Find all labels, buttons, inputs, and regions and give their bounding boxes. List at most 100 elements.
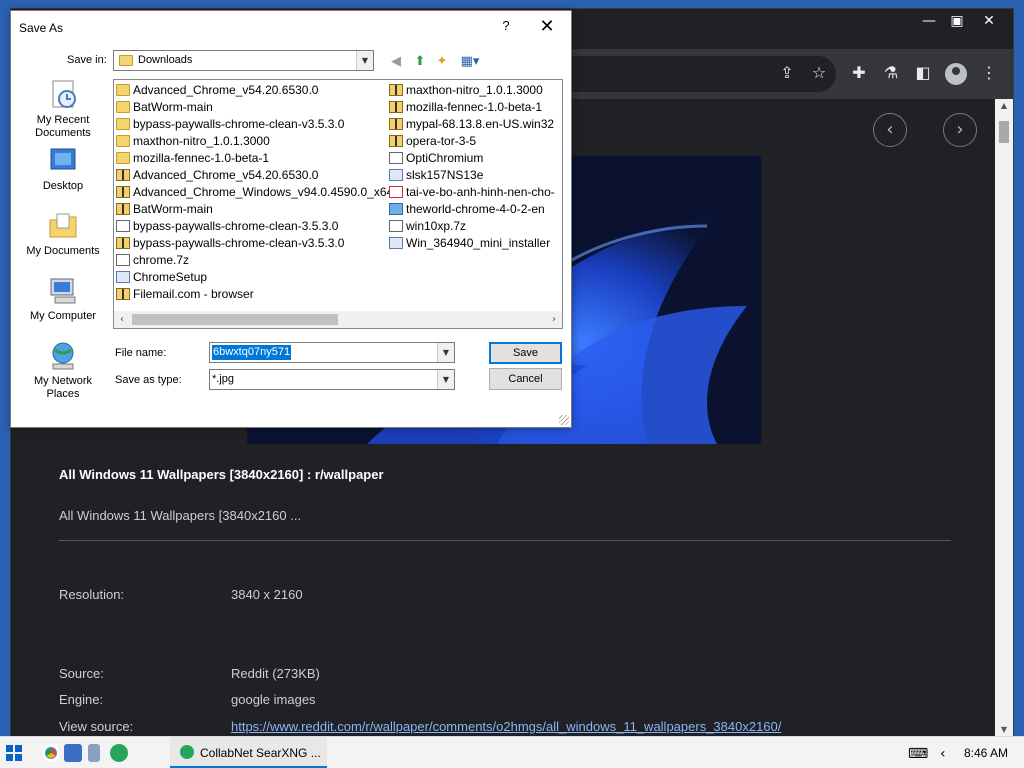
chevron-down-icon[interactable]: ▼	[437, 343, 454, 362]
archive-icon	[116, 237, 130, 249]
file-name: Advanced_Chrome_Windows_v94.0.4590.0_x64	[133, 185, 394, 199]
new-folder-icon[interactable]: ✦	[433, 53, 451, 71]
view-menu-icon[interactable]: ▦▾	[457, 53, 483, 71]
scrollbar-thumb[interactable]	[132, 314, 338, 325]
file-item[interactable]: theworld-chrome-4-0-2-en	[389, 201, 545, 218]
scrollbar-thumb[interactable]	[999, 121, 1009, 143]
file-item[interactable]: Filemail.com - browser	[116, 286, 254, 303]
place-recent-documents[interactable]: My Recent Documents	[25, 79, 101, 140]
file-item[interactable]: ChromeSetup	[116, 269, 207, 286]
chrome-icon[interactable]	[42, 744, 60, 762]
chevron-down-icon[interactable]: ▼	[356, 51, 373, 70]
place-my-computer[interactable]: My Computer	[25, 275, 101, 323]
lab-flask-icon[interactable]: ⚗	[881, 63, 901, 83]
file-name: slsk157NS13e	[406, 168, 484, 182]
file-item[interactable]: bypass-paywalls-chrome-clean-3.5.3.0	[116, 218, 338, 235]
cancel-button[interactable]: Cancel	[489, 368, 562, 390]
executable-icon	[116, 271, 130, 283]
chevron-down-icon[interactable]: ▼	[437, 370, 454, 389]
scroll-right-icon[interactable]: ›	[546, 311, 562, 328]
view-source-label: View source:	[59, 719, 134, 734]
resize-grip[interactable]	[559, 415, 569, 425]
save-as-type-dropdown[interactable]: *.jpg ▼	[209, 369, 455, 390]
file-item[interactable]: mozilla-fennec-1.0-beta-1	[116, 150, 269, 167]
file-item[interactable]: Advanced_Chrome_v54.20.6530.0	[116, 167, 318, 184]
close-icon[interactable]: ✕	[973, 11, 1005, 31]
file-item[interactable]: maxthon-nitro_1.0.1.3000	[116, 133, 270, 150]
help-icon[interactable]: ?	[497, 17, 515, 35]
profile-avatar[interactable]	[945, 63, 967, 85]
folder-icon	[116, 118, 130, 130]
file-list-scrollbar[interactable]: ‹ ›	[114, 311, 562, 328]
file-name-value[interactable]: 6bwxtq07ny571	[212, 345, 292, 360]
up-folder-icon[interactable]: ⬆	[411, 53, 429, 71]
menu-dots-icon[interactable]: ⋮	[979, 63, 999, 83]
file-item[interactable]: BatWorm-main	[116, 201, 213, 218]
file-name: Filemail.com - browser	[133, 287, 254, 301]
page-scrollbar[interactable]: ▲ ▼	[995, 99, 1013, 737]
file-item[interactable]: maxthon-nitro_1.0.1.3000	[389, 82, 543, 99]
document-icon	[389, 152, 403, 164]
back-icon[interactable]: ◀	[387, 53, 405, 71]
file-name-input[interactable]: 6bwxtq07ny571 ▼	[209, 342, 455, 363]
clock[interactable]: 8:46 AM	[964, 746, 1008, 760]
file-item[interactable]: Advanced_Chrome_Windows_v94.0.4590.0_x64	[116, 184, 393, 201]
file-item[interactable]: chrome.7z	[116, 252, 189, 269]
divider	[59, 540, 951, 541]
searxng-icon[interactable]	[110, 744, 128, 762]
searxng-icon	[180, 745, 194, 759]
folder-icon	[116, 101, 130, 113]
file-name-label: File name:	[115, 347, 167, 359]
dialog-close-icon[interactable]: ✕	[535, 16, 559, 38]
file-item[interactable]: opera-tor-3-5	[389, 133, 476, 150]
app-icon[interactable]	[64, 744, 82, 762]
windows-start-icon[interactable]	[6, 745, 22, 761]
next-arrow-icon[interactable]: ›	[943, 113, 977, 147]
file-item[interactable]: slsk157NS13e	[389, 167, 483, 184]
keyboard-icon[interactable]: ⌨	[908, 746, 928, 762]
share-icon[interactable]: ⇪	[777, 63, 797, 83]
file-item[interactable]: bypass-paywalls-chrome-clean-v3.5.3.0	[116, 116, 344, 133]
file-item[interactable]: bypass-paywalls-chrome-clean-v3.5.3.0	[116, 235, 344, 252]
file-item[interactable]: OptiChromium	[389, 150, 483, 167]
scroll-up-icon[interactable]: ▲	[995, 99, 1013, 113]
view-source-link[interactable]: https://www.reddit.com/r/wallpaper/comme…	[231, 719, 781, 734]
file-list[interactable]: Advanced_Chrome_v54.20.6530.0 BatWorm-mai…	[113, 79, 563, 329]
maximize-icon[interactable]: ▣	[941, 11, 973, 31]
previous-arrow-icon[interactable]: ‹	[873, 113, 907, 147]
place-label: My Recent Documents	[35, 114, 91, 139]
file-name: ChromeSetup	[133, 270, 208, 284]
tool-icon[interactable]	[88, 744, 100, 762]
engine-value: google images	[231, 692, 316, 707]
scroll-left-icon[interactable]: ‹	[114, 311, 130, 328]
save-button[interactable]: Save	[489, 342, 562, 364]
save-in-dropdown[interactable]: Downloads ▼	[113, 50, 374, 71]
file-item[interactable]: BatWorm-main	[116, 99, 213, 116]
file-name: bypass-paywalls-chrome-clean-3.5.3.0	[133, 219, 339, 233]
file-item[interactable]: win10xp.7z	[389, 218, 466, 235]
place-desktop[interactable]: Desktop	[25, 145, 101, 193]
image-file-icon	[389, 186, 403, 198]
file-name: theworld-chrome-4-0-2-en	[406, 202, 545, 216]
taskbar-task-searxng[interactable]: CollabNet SearXNG ...	[170, 737, 327, 768]
extensions-icon[interactable]: ✚	[849, 63, 869, 83]
side-panel-icon[interactable]: ◧	[913, 63, 933, 83]
file-name: BatWorm-main	[133, 100, 213, 114]
archive-icon	[389, 101, 403, 113]
place-label: Desktop	[42, 180, 84, 192]
place-my-documents[interactable]: My Documents	[25, 210, 101, 258]
scroll-down-icon[interactable]: ▼	[995, 723, 1013, 737]
save-as-type-label: Save as type:	[115, 374, 182, 386]
folder-icon	[116, 84, 130, 96]
result-title[interactable]: All Windows 11 Wallpapers [3840x2160] : …	[59, 467, 384, 482]
result-description: All Windows 11 Wallpapers [3840x2160 ...	[59, 508, 302, 523]
chevron-left-icon[interactable]: ‹	[940, 746, 946, 762]
file-item[interactable]: Win_364940_mini_installer	[389, 235, 550, 252]
place-network[interactable]: My Network Places	[25, 340, 101, 401]
file-item[interactable]: mypal-68.13.8.en-US.win32	[389, 116, 554, 133]
bookmark-star-icon[interactable]: ☆	[809, 63, 829, 83]
file-item[interactable]: tai-ve-bo-anh-hinh-nen-cho-	[389, 184, 555, 201]
network-places-icon	[52, 342, 74, 370]
file-item[interactable]: Advanced_Chrome_v54.20.6530.0	[116, 82, 318, 99]
file-item[interactable]: mozilla-fennec-1.0-beta-1	[389, 99, 542, 116]
